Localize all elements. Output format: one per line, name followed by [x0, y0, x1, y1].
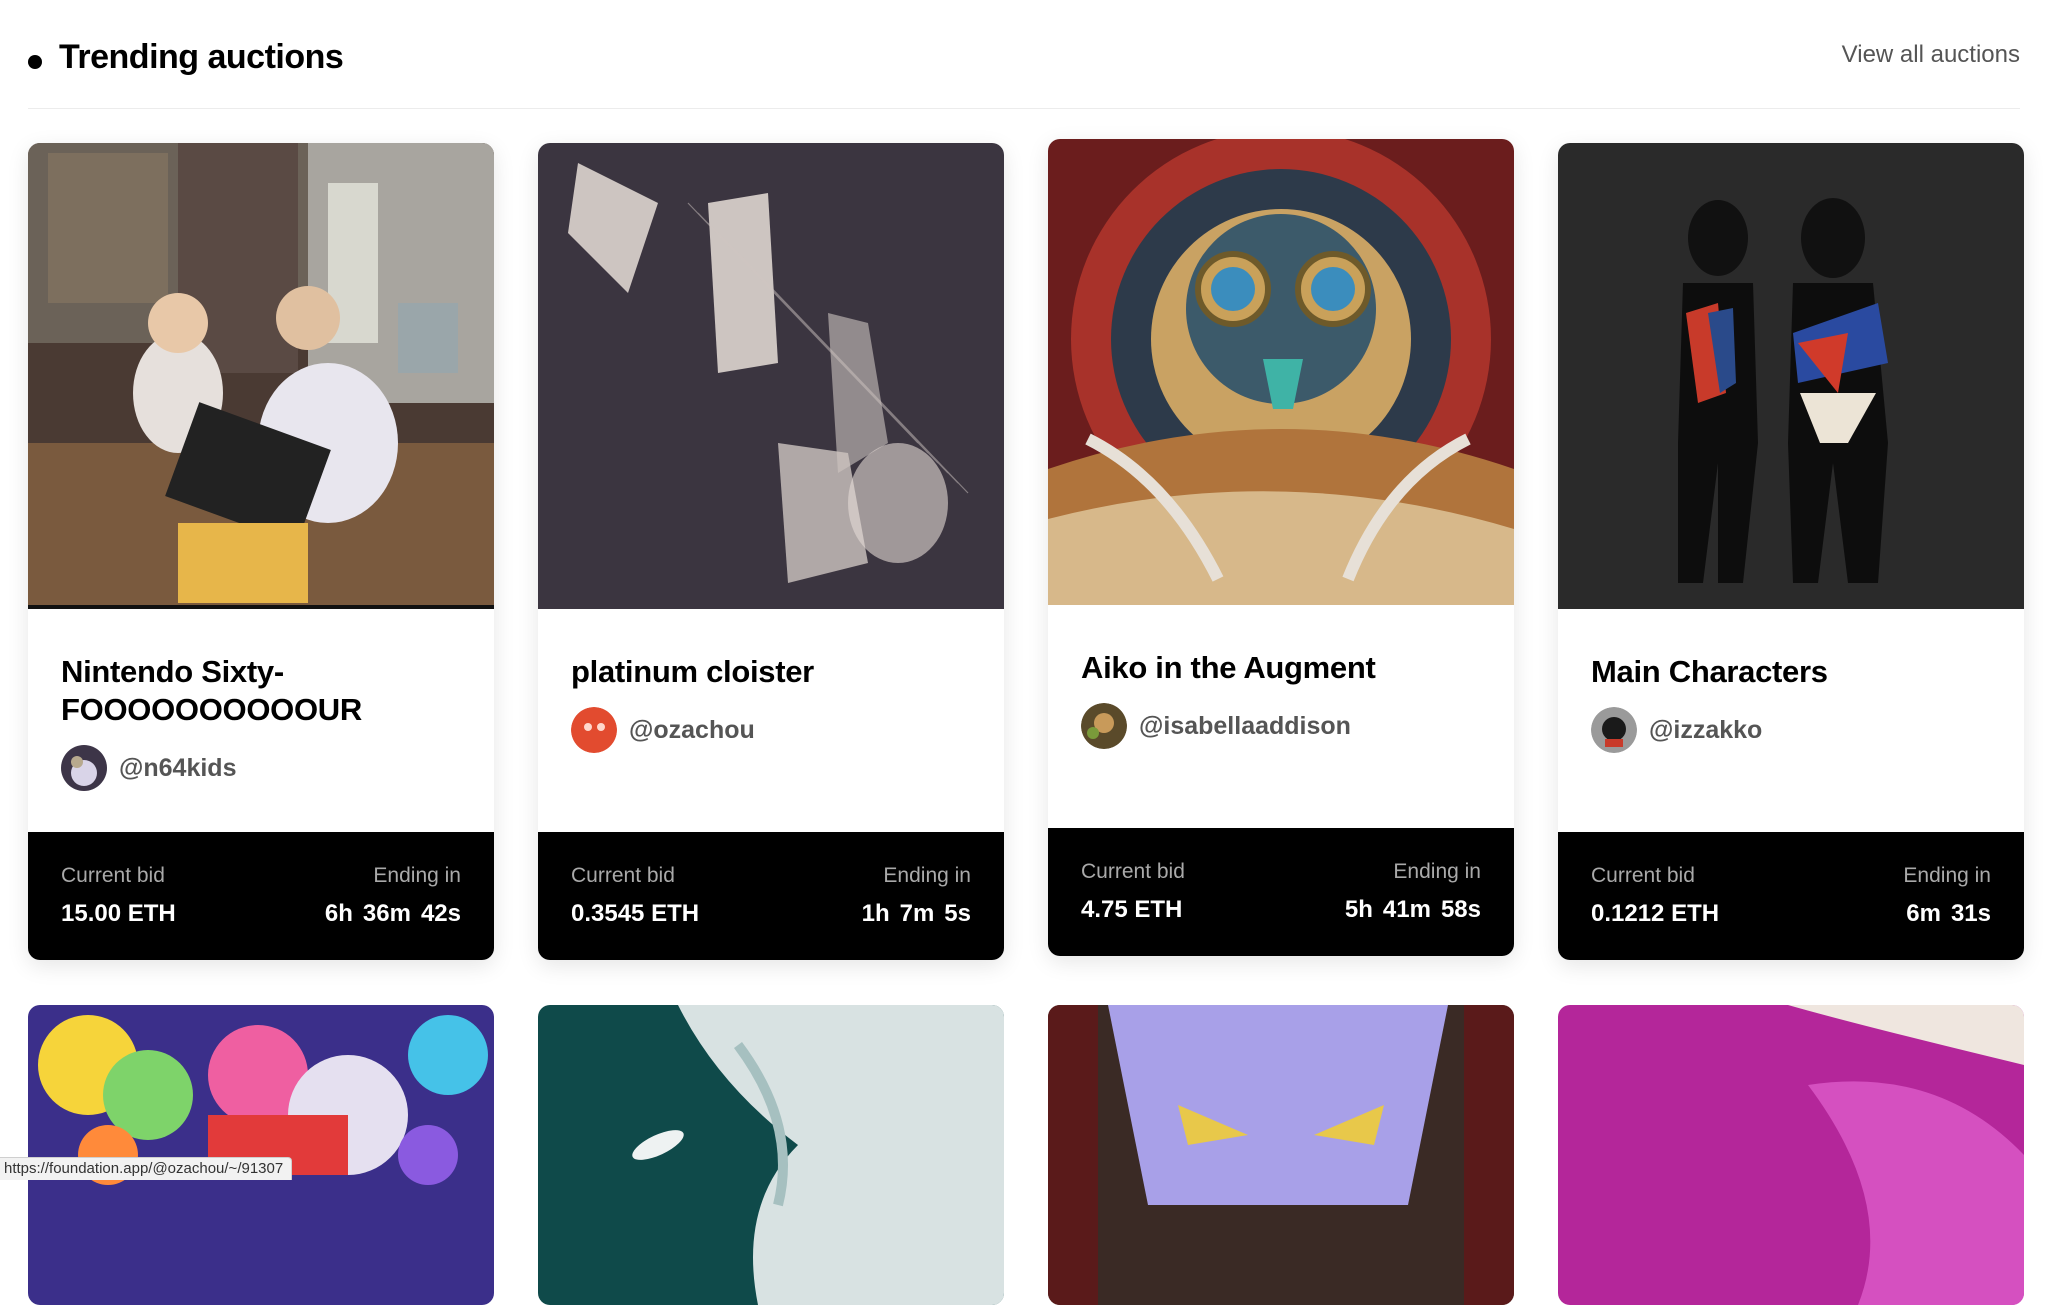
section-title: Trending auctions: [59, 38, 344, 76]
artwork-image[interactable]: [1048, 139, 1514, 605]
artwork-title[interactable]: Aiko in the Augment: [1081, 649, 1491, 687]
bid-bar: Current bid 15.00 ETH Ending in 6h 36m 42s: [28, 832, 494, 960]
bid-bar: Current bid 4.75 ETH Ending in 5h 41m 58s: [1048, 828, 1514, 956]
countdown-hours: 1h: [861, 900, 890, 927]
creator-handle: @isabellaaddison: [1139, 712, 1351, 740]
auction-card[interactable]: Aiko in the Augment @isabellaaddison Cur…: [1048, 139, 1514, 956]
bullet-dot-icon: [28, 55, 42, 69]
creator-handle: @ozachou: [629, 716, 755, 744]
countdown-minutes: 36m: [362, 900, 411, 927]
countdown-seconds: 31s: [1950, 900, 1991, 927]
current-bid-value: 0.1212 ETH: [1591, 900, 1720, 927]
countdown-seconds: 42s: [420, 900, 461, 927]
view-all-auctions-link[interactable]: View all auctions: [1842, 41, 2020, 69]
creator-handle: @izzakko: [1649, 716, 1763, 744]
creator-avatar: [61, 745, 107, 791]
current-bid-value: 4.75 ETH: [1081, 896, 1183, 923]
auction-card-thumbnail[interactable]: [538, 1005, 1004, 1305]
countdown-minutes: 7m: [899, 900, 935, 927]
countdown-minutes: 41m: [1382, 896, 1431, 923]
auction-card[interactable]: Nintendo Sixty-FOOOOOOOOOOUR @n64kids Cu…: [28, 143, 494, 960]
auction-card-thumbnail[interactable]: [1048, 1005, 1514, 1305]
countdown-hours: 6h: [324, 900, 353, 927]
ending-in-label: Ending in: [1393, 860, 1481, 883]
current-bid-label: Current bid: [571, 864, 675, 887]
artwork-title[interactable]: Main Characters: [1591, 653, 2001, 691]
current-bid-label: Current bid: [1081, 860, 1185, 883]
browser-status-url: https://foundation.app/@ozachou/~/91307: [0, 1157, 293, 1180]
current-bid-label: Current bid: [1591, 864, 1695, 887]
bid-bar: Current bid 0.1212 ETH Ending in 6m 31s: [1558, 832, 2024, 960]
countdown-minutes: 6m: [1906, 900, 1941, 927]
auction-card[interactable]: Main Characters @izzakko Current bid 0.1…: [1558, 143, 2024, 960]
auction-card-thumbnail[interactable]: [28, 1005, 494, 1305]
countdown: 6m 31s: [1896, 900, 1991, 928]
creator-avatar: [571, 707, 617, 753]
countdown: 5h 41m 58s: [1335, 896, 1481, 924]
bid-bar: Current bid 0.3545 ETH Ending in 1h 7m 5s: [538, 832, 1004, 960]
auction-card[interactable]: platinum cloister @ozachou Current bid 0…: [538, 143, 1004, 960]
creator-avatar: [1081, 703, 1127, 749]
section-header: Trending auctions View all auctions: [28, 30, 2020, 110]
countdown: 6h 36m 42s: [315, 900, 461, 928]
header-divider: [28, 108, 2020, 109]
artwork-image[interactable]: [538, 143, 1004, 609]
artwork-image[interactable]: [28, 143, 494, 609]
countdown-seconds: 5s: [944, 900, 971, 927]
artwork-title[interactable]: platinum cloister: [571, 653, 981, 691]
current-bid-label: Current bid: [61, 864, 165, 887]
current-bid-value: 0.3545 ETH: [571, 900, 700, 927]
ending-in-label: Ending in: [373, 864, 461, 887]
auction-card-thumbnail[interactable]: [1558, 1005, 2024, 1305]
current-bid-value: 15.00 ETH: [61, 900, 176, 927]
ending-in-label: Ending in: [1903, 864, 1991, 887]
countdown-hours: 5h: [1344, 896, 1373, 923]
countdown-seconds: 58s: [1440, 896, 1481, 923]
artwork-title[interactable]: Nintendo Sixty-FOOOOOOOOOOUR: [61, 653, 471, 729]
creator-handle: @n64kids: [119, 754, 237, 782]
artwork-image[interactable]: [1558, 143, 2024, 609]
creator-avatar: [1591, 707, 1637, 753]
ending-in-label: Ending in: [883, 864, 971, 887]
countdown: 1h 7m 5s: [852, 900, 971, 928]
